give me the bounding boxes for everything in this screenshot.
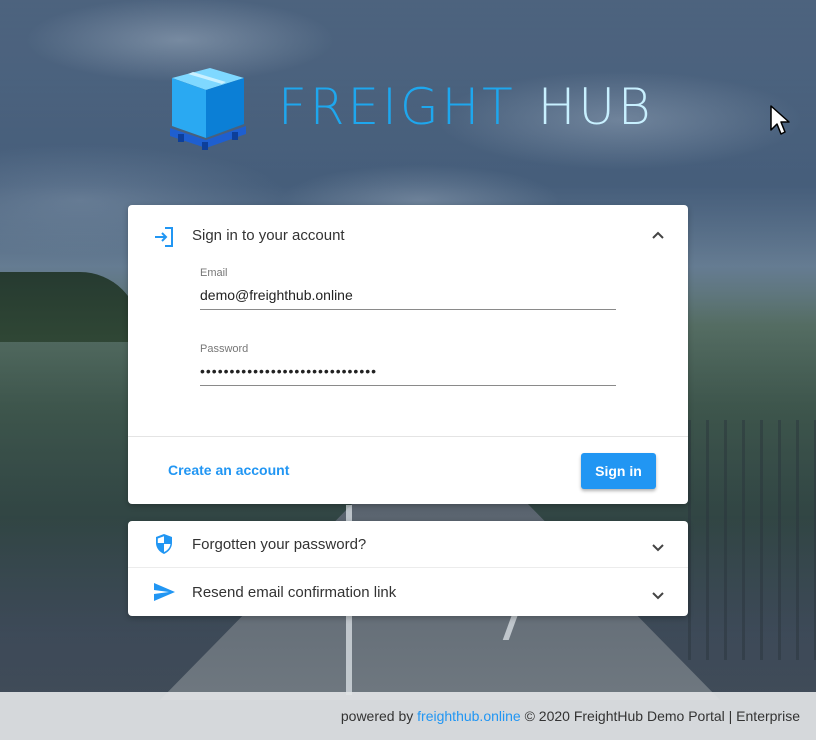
page-footer: powered by freighthub.online © 2020 Frei…: [0, 692, 816, 740]
send-icon: [154, 583, 175, 601]
password-label: Password: [200, 343, 249, 355]
resend-confirmation-row[interactable]: Resend email confirmation link: [128, 569, 688, 616]
password-input[interactable]: ••••••••••••••••••••••••••••••: [200, 363, 616, 386]
chevron-up-icon[interactable]: [648, 225, 668, 245]
brand-logo: FREIGHT HUB: [166, 64, 654, 150]
chevron-down-icon[interactable]: [648, 585, 668, 605]
brand-wordmark: FREIGHT HUB: [278, 82, 654, 132]
footer-site-link[interactable]: freighthub.online: [417, 708, 521, 724]
forgot-password-title: Forgotten your password?: [192, 536, 367, 553]
mouse-pointer-icon: [770, 105, 790, 135]
resend-confirmation-title: Resend email confirmation link: [192, 584, 397, 601]
signin-panel: Sign in to your account Email demo@freig…: [128, 205, 688, 504]
email-input[interactable]: demo@freighthub.online: [200, 287, 616, 310]
email-label: Email: [200, 267, 228, 279]
forgot-password-row[interactable]: Forgotten your password?: [128, 521, 688, 568]
guard-rail: [688, 420, 816, 660]
signin-panel-title: Sign in to your account: [192, 227, 345, 244]
panel-divider: [128, 436, 688, 437]
signin-button[interactable]: Sign in: [581, 453, 656, 489]
package-box-icon: [170, 68, 246, 150]
shield-icon: [156, 534, 172, 554]
password-field-group: Password ••••••••••••••••••••••••••••••: [200, 343, 616, 386]
footer-prefix: powered by: [340, 708, 418, 724]
footer-copyright: © 2020 FreightHub Demo Portal | Enterpri…: [520, 708, 800, 724]
chevron-down-icon[interactable]: [648, 537, 668, 557]
brand-name-part2: HUB: [537, 78, 654, 136]
login-arrow-icon: [155, 227, 173, 247]
create-account-link[interactable]: Create an account: [168, 462, 289, 478]
signin-panel-header[interactable]: Sign in to your account: [128, 205, 688, 269]
brand-name-part1: FREIGHT: [278, 78, 516, 136]
email-field-group: Email demo@freighthub.online: [200, 267, 616, 310]
account-help-panel: Forgotten your password? Resend email co…: [128, 521, 688, 616]
